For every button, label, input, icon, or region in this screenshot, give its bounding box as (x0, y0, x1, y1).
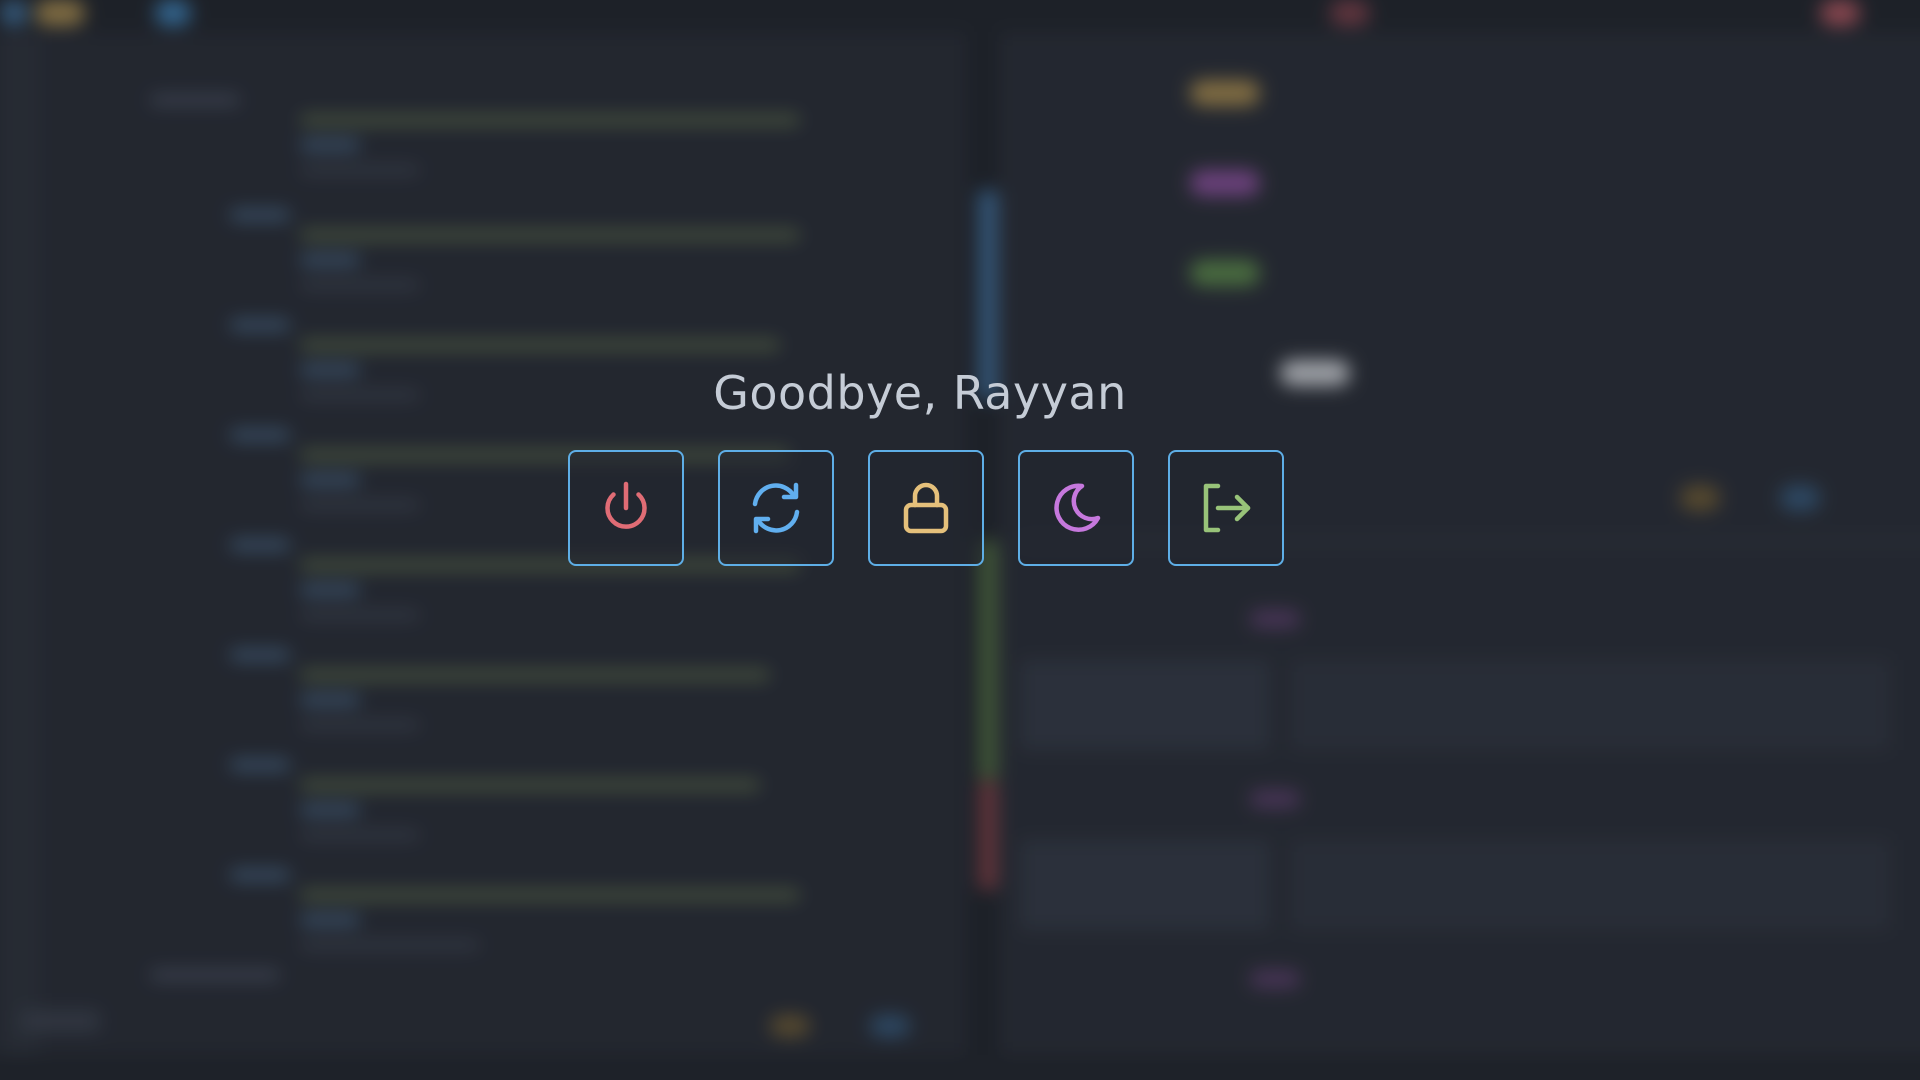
shutdown-button[interactable] (568, 450, 684, 566)
refresh-icon (752, 482, 800, 534)
lock-icon (903, 482, 949, 534)
logout-button[interactable] (1168, 450, 1284, 566)
power-icon (605, 481, 647, 529)
suspend-button[interactable] (1018, 450, 1134, 566)
power-action-row (568, 450, 1288, 570)
logout-icon (1203, 483, 1251, 533)
screen: Goodbye, Rayyan (0, 0, 1920, 1080)
power-menu: Goodbye, Rayyan (0, 0, 1920, 1080)
lock-button[interactable] (868, 450, 984, 566)
reboot-button[interactable] (718, 450, 834, 566)
greeting-text: Goodbye, Rayyan (713, 366, 1127, 420)
moon-icon (1054, 483, 1101, 532)
